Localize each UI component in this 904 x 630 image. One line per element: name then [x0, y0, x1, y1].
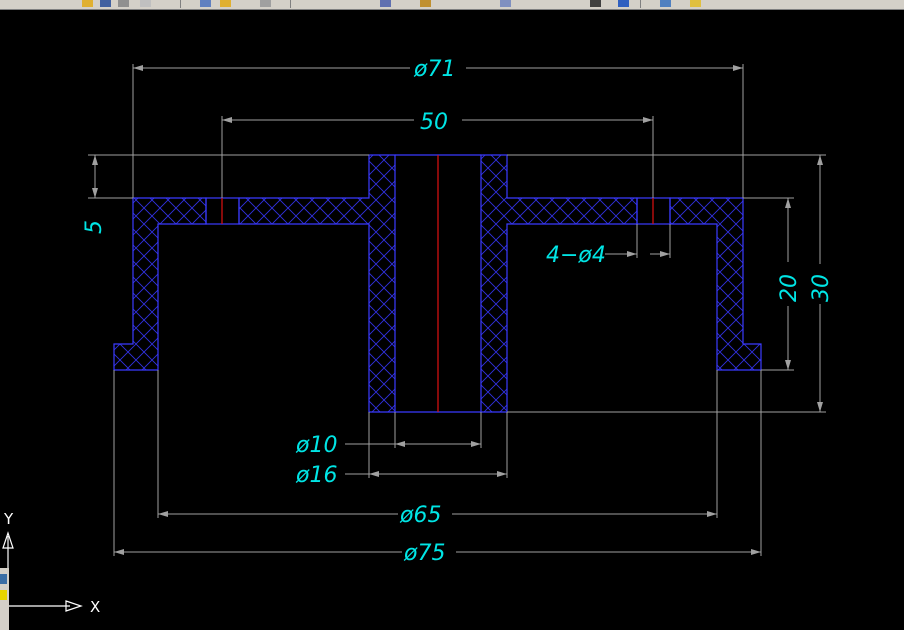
help-icon[interactable] — [618, 0, 629, 7]
dim-5: 5 — [82, 220, 107, 234]
zoom-icon[interactable] — [220, 0, 231, 7]
light-icon[interactable] — [690, 0, 701, 7]
dimension-lines — [88, 64, 826, 556]
palette-blue-icon[interactable] — [0, 574, 7, 584]
ucs-x-label: X — [90, 598, 100, 616]
dim-50: 50 — [420, 110, 448, 135]
dim-16: ø16 — [295, 463, 337, 488]
redo-icon[interactable] — [260, 0, 271, 7]
drawing-canvas[interactable]: ø71 50 5 4−ø4 20 30 ø10 ø16 ø65 ø75 Y X — [0, 10, 904, 630]
side-palette[interactable] — [0, 568, 9, 630]
palette-yellow-icon[interactable] — [0, 590, 7, 600]
cad-toolbar — [0, 0, 904, 10]
right-wall — [669, 197, 762, 371]
dim-71: ø71 — [413, 57, 455, 82]
dim-30: 30 — [809, 274, 834, 302]
dim-75: ø75 — [403, 541, 445, 566]
dim-20: 20 — [777, 274, 802, 302]
dim-4x4: 4−ø4 — [546, 243, 606, 268]
left-wall — [113, 197, 207, 371]
ucs-icon — [2, 531, 83, 612]
layer-state-icon[interactable] — [660, 0, 671, 7]
calc-icon[interactable] — [590, 0, 601, 7]
undo-icon[interactable] — [140, 0, 151, 7]
print-icon[interactable] — [118, 0, 129, 7]
toolbar-separator — [290, 0, 291, 8]
toolbar-separator — [640, 0, 641, 8]
toolbar-separator — [180, 0, 181, 8]
ucs-y-label: Y — [3, 510, 14, 528]
save-icon[interactable] — [100, 0, 111, 7]
layers-icon[interactable] — [420, 0, 431, 7]
open-icon[interactable] — [82, 0, 93, 7]
left-flange — [238, 154, 396, 413]
properties-icon[interactable] — [380, 0, 391, 7]
right-flange — [480, 154, 638, 413]
match-icon[interactable] — [500, 0, 511, 7]
dim-65: ø65 — [399, 503, 441, 528]
dim-10: ø10 — [295, 433, 337, 458]
centerlines — [221, 155, 654, 412]
pan-icon[interactable] — [200, 0, 211, 7]
